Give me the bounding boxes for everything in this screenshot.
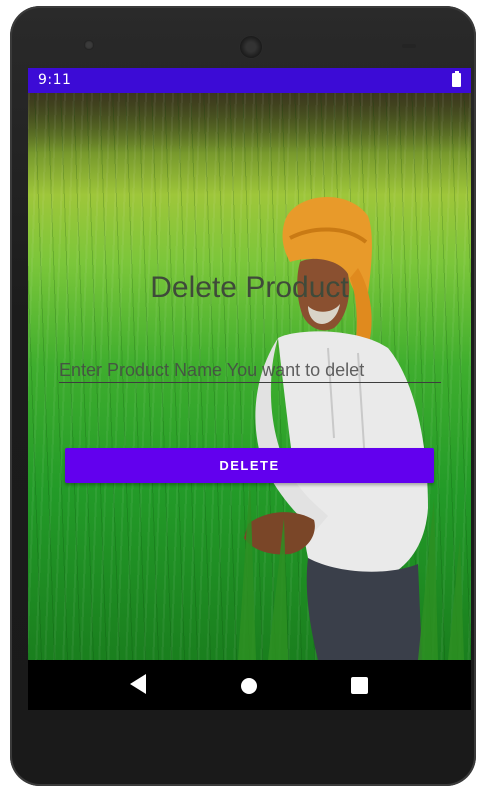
product-name-input[interactable] bbox=[59, 358, 441, 383]
status-time: 9:11 bbox=[38, 72, 72, 88]
device-screen: 9:11 Delete Product Enter Product Name Y… bbox=[28, 68, 471, 710]
recents-square-icon[interactable] bbox=[351, 677, 368, 694]
back-triangle-icon[interactable] bbox=[128, 673, 148, 695]
battery-full-icon bbox=[452, 71, 461, 87]
status-bar: 9:11 bbox=[28, 68, 471, 93]
front-camera bbox=[240, 36, 262, 58]
farmer-figure bbox=[238, 197, 464, 660]
front-sensor-dot bbox=[84, 40, 94, 50]
home-circle-icon[interactable] bbox=[241, 678, 257, 694]
delete-product-activity: Delete Product DELETE bbox=[28, 93, 471, 660]
proximity-sensor bbox=[402, 44, 416, 48]
navigation-bar bbox=[28, 660, 471, 710]
delete-button[interactable]: DELETE bbox=[65, 448, 434, 483]
page-title: Delete Product bbox=[150, 271, 349, 304]
